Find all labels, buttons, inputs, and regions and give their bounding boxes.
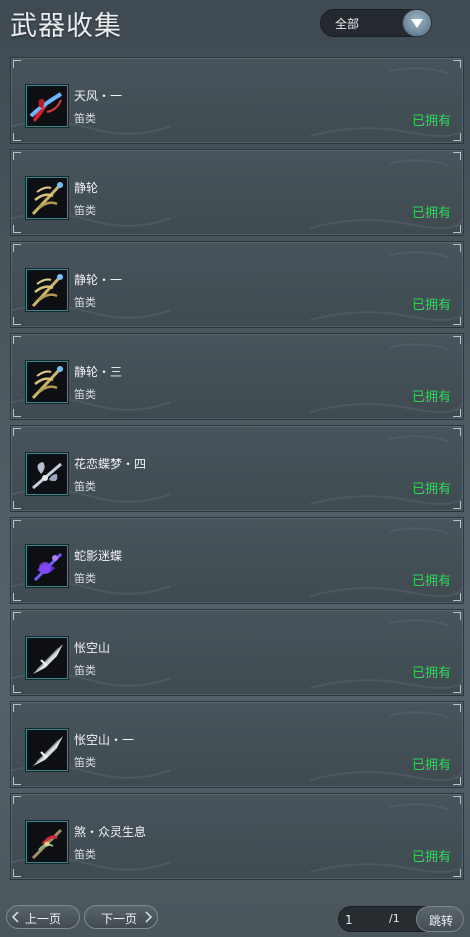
card-corner	[13, 60, 21, 68]
card-corner	[13, 869, 21, 877]
header: 武器收集 全部	[0, 0, 470, 50]
weapon-name: 静轮・三	[74, 365, 123, 379]
card-corner	[453, 152, 461, 160]
card-corner	[453, 501, 461, 509]
crimson-staff-flute-icon	[26, 821, 68, 863]
card-corner	[13, 133, 21, 141]
owned-status: 已拥有	[411, 390, 451, 405]
card-corner	[13, 244, 21, 252]
weapon-name: 花恋蝶梦・四	[74, 457, 147, 471]
weapon-type: 笛类	[74, 572, 96, 585]
card-corner	[453, 225, 461, 233]
weapon-card[interactable]: 蛇影迷蝶笛类 已拥有	[10, 517, 464, 604]
owned-status: 已拥有	[411, 666, 451, 681]
weapon-name: 天风・一	[74, 89, 123, 103]
card-corner	[13, 428, 21, 436]
silver-butterfly-flute-icon	[26, 453, 68, 495]
chevron-right-icon	[145, 911, 153, 926]
owned-status: 已拥有	[411, 298, 451, 313]
card-corner	[13, 685, 21, 693]
weapon-card[interactable]: 静轮・一笛类 已拥有	[10, 241, 464, 328]
weapon-type: 笛类	[74, 480, 96, 493]
card-corner	[13, 796, 21, 804]
card-corner	[453, 60, 461, 68]
card-corner	[453, 244, 461, 252]
weapon-type: 笛类	[74, 756, 96, 769]
card-corner	[453, 685, 461, 693]
card-corner	[453, 612, 461, 620]
card-corner	[13, 225, 21, 233]
chevron-left-icon	[11, 911, 19, 926]
golden-claw-flute-icon	[26, 269, 68, 311]
card-corner	[453, 704, 461, 712]
weapon-name: 怅空山・一	[74, 733, 135, 747]
prev-page-label: 上一页	[25, 912, 62, 926]
prev-page-button[interactable]: 上一页	[6, 905, 80, 929]
page-total: /1	[389, 912, 400, 925]
weapon-card[interactable]: 天风・一笛类 已拥有	[10, 57, 464, 144]
page-number-input[interactable]	[345, 910, 385, 929]
weapon-type: 笛类	[74, 296, 96, 309]
red-flute-icon	[26, 85, 68, 127]
card-corner	[13, 336, 21, 344]
weapon-name: 静轮・一	[74, 273, 123, 287]
weapon-name: 静轮	[74, 181, 99, 195]
card-corner	[453, 336, 461, 344]
weapon-list: 天风・一 笛类 已拥有 静轮 笛类 已拥有 静轮・一 笛类 已拥有 静轮・三 笛类 已拥有 花恋蝶梦・四…	[10, 57, 464, 885]
card-corner	[453, 869, 461, 877]
weapon-card[interactable]: 怅空山笛类 已拥有	[10, 609, 464, 696]
owned-status: 已拥有	[411, 114, 451, 129]
next-page-label: 下一页	[101, 912, 138, 926]
weapon-card[interactable]: 静轮笛类 已拥有	[10, 149, 464, 236]
page-title: 武器收集	[10, 11, 122, 42]
weapon-type: 笛类	[74, 664, 96, 677]
owned-status: 已拥有	[411, 482, 451, 497]
owned-status: 已拥有	[411, 850, 451, 865]
card-corner	[13, 777, 21, 785]
silver-blade-flute-icon	[26, 729, 68, 771]
weapon-card[interactable]: 怅空山・一笛类 已拥有	[10, 701, 464, 788]
page-jump: /1 跳转	[338, 906, 464, 932]
owned-status: 已拥有	[411, 574, 451, 589]
card-corner	[13, 409, 21, 417]
weapon-card[interactable]: 静轮・三笛类 已拥有	[10, 333, 464, 420]
card-corner	[453, 593, 461, 601]
owned-status: 已拥有	[411, 206, 451, 221]
weapon-type: 笛类	[74, 388, 96, 401]
weapon-name: 煞・众灵生息	[74, 825, 147, 839]
card-corner	[453, 428, 461, 436]
card-corner	[453, 409, 461, 417]
filter-value: 全部	[335, 17, 360, 31]
jump-label: 跳转	[429, 914, 454, 928]
golden-claw-flute-icon	[26, 177, 68, 219]
card-corner	[13, 317, 21, 325]
purple-serpent-flute-icon	[26, 545, 68, 587]
card-corner	[13, 520, 21, 528]
card-corner	[453, 777, 461, 785]
jump-button[interactable]: 跳转	[416, 906, 464, 932]
weapon-type: 笛类	[74, 204, 96, 217]
weapon-type: 笛类	[74, 848, 96, 861]
card-corner	[13, 501, 21, 509]
card-corner	[13, 704, 21, 712]
owned-status: 已拥有	[411, 758, 451, 773]
weapon-card[interactable]: 花恋蝶梦・四 笛类 已拥有	[10, 425, 464, 512]
card-corner	[453, 796, 461, 804]
weapon-name: 蛇影迷蝶	[74, 549, 123, 563]
card-corner	[453, 317, 461, 325]
card-corner	[13, 612, 21, 620]
weapon-card[interactable]: 煞・众灵生息 笛类 已拥有	[10, 793, 464, 880]
card-corner	[453, 520, 461, 528]
filter-dropdown[interactable]: 全部	[320, 9, 432, 37]
card-corner	[13, 593, 21, 601]
weapon-name: 怅空山	[74, 641, 111, 655]
chevron-down-icon[interactable]	[402, 9, 432, 37]
card-corner	[13, 152, 21, 160]
golden-claw-flute-icon	[26, 361, 68, 403]
silver-blade-flute-icon	[26, 637, 68, 679]
card-corner	[453, 133, 461, 141]
next-page-button[interactable]: 下一页	[84, 905, 158, 929]
weapon-type: 笛类	[74, 112, 96, 125]
